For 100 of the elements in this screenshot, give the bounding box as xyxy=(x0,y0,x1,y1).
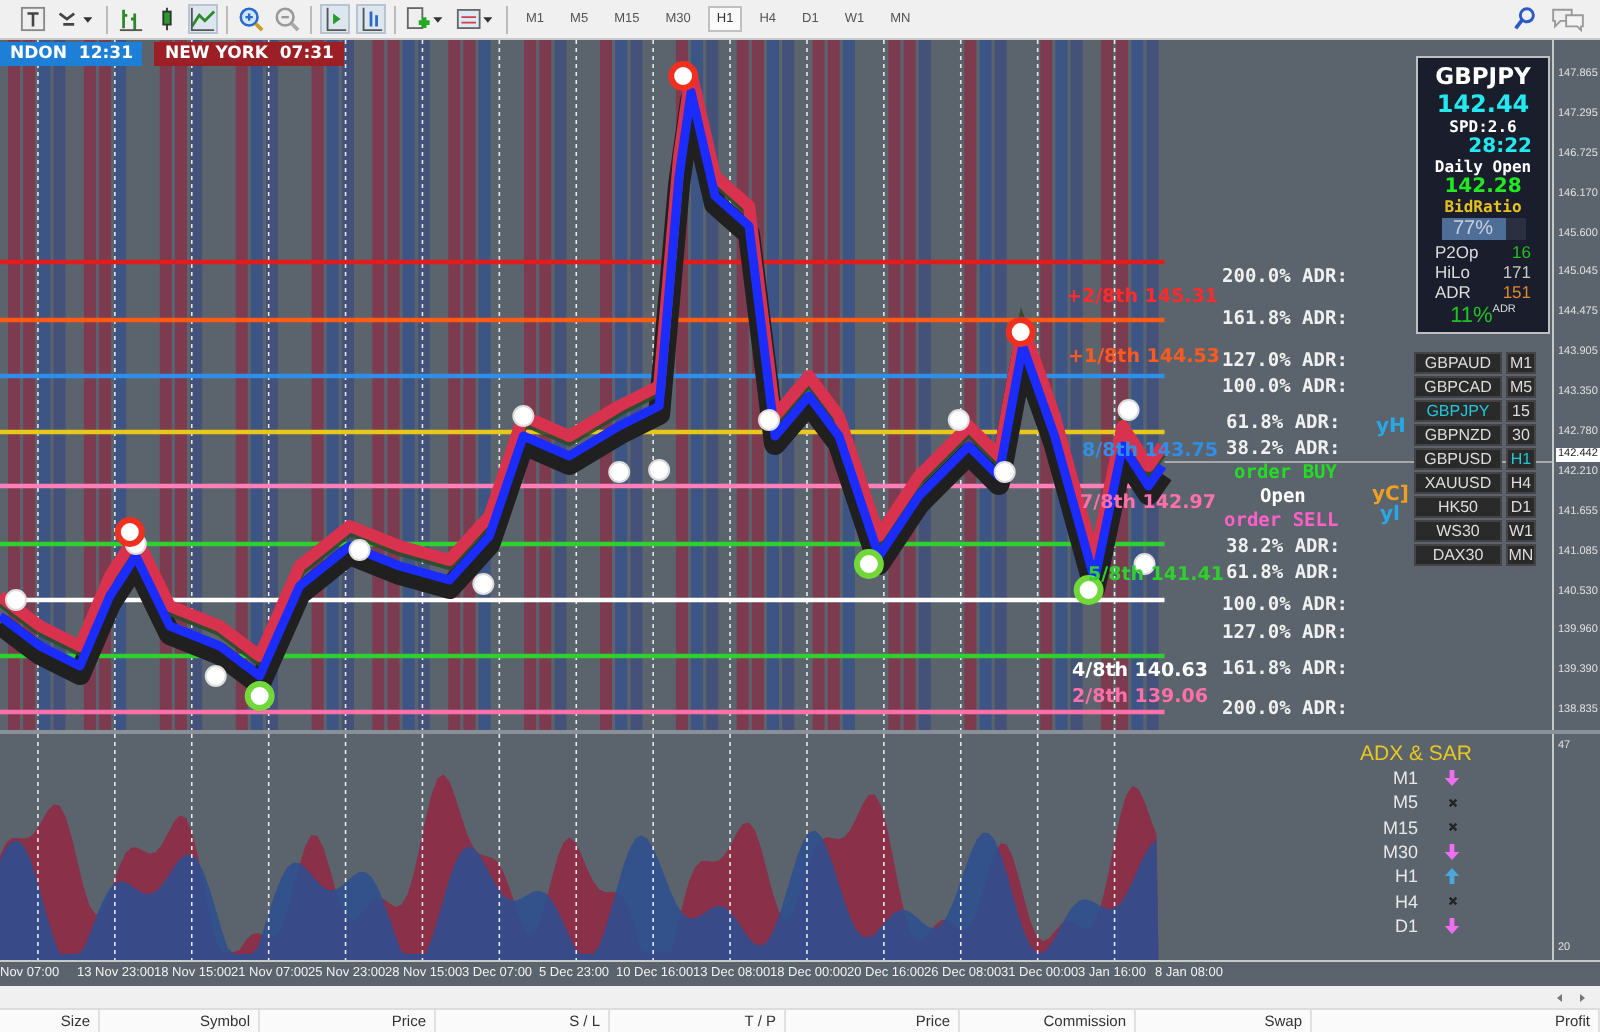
down-arrow-icon xyxy=(1444,917,1460,934)
adr-level-label: 38.2% ADR: xyxy=(1226,438,1341,460)
stat-value: 171 xyxy=(1502,262,1531,282)
timeframe-button[interactable]: M5 xyxy=(1506,376,1536,398)
adr-level-label: 61.8% ADR: xyxy=(1226,562,1341,584)
bar-chart-icon[interactable] xyxy=(118,6,144,32)
adr-level-label: 61.8% ADR: xyxy=(1226,412,1341,434)
symbol-button[interactable]: HK50 xyxy=(1414,496,1502,518)
stat-name: P2Op xyxy=(1435,242,1479,262)
candle-countdown: 28:22 xyxy=(1468,136,1532,158)
symbol-button[interactable]: WS30 xyxy=(1414,520,1502,542)
bid-ratio-label: BidRatio xyxy=(1444,198,1522,216)
cross-icon xyxy=(1447,896,1457,907)
timeframe-button[interactable]: H1 xyxy=(1506,448,1536,470)
timeframe-label: M5 xyxy=(1390,792,1418,813)
swing-low-marker xyxy=(244,681,275,711)
symbol-button[interactable]: GBPUSD xyxy=(1414,448,1502,470)
daily-open-price: 142.28 xyxy=(1444,176,1522,198)
swing-low-marker xyxy=(853,549,884,579)
spread-text: SPD:2.6 xyxy=(1449,118,1517,136)
search-icon[interactable] xyxy=(1512,6,1538,32)
timeframe-label: H4 xyxy=(1392,891,1418,912)
swing-high-marker xyxy=(668,61,699,91)
adr-level-label: 100.0% ADR: xyxy=(1222,594,1348,616)
fractal-marker xyxy=(947,409,970,431)
shapes-dropdown-icon[interactable] xyxy=(56,6,96,32)
timeframe-button[interactable]: M1 xyxy=(1506,352,1536,374)
yesterday-label: yH xyxy=(1376,416,1406,438)
text-tool-icon[interactable] xyxy=(20,6,46,32)
down-arrow-icon xyxy=(1444,844,1460,861)
adr-level-label: 127.0% ADR: xyxy=(1222,622,1348,644)
timeframe-button[interactable]: MN xyxy=(1506,544,1536,566)
fractal-marker xyxy=(5,589,27,611)
swing-high-marker xyxy=(1005,317,1036,347)
timeframe-label: M1 xyxy=(1390,768,1418,789)
timeframe-label: M15 xyxy=(1380,817,1418,838)
symbol-name: GBPJPY xyxy=(1435,62,1531,90)
session-clock: NDON 12:31 xyxy=(0,42,143,66)
session-clock: NEW YORK 07:31 xyxy=(154,42,344,66)
timeframe-label: D1 xyxy=(1392,915,1418,936)
chart-shift-icon[interactable] xyxy=(322,6,348,32)
adr-level-label: 200.0% ADR: xyxy=(1222,266,1348,288)
fractal-marker xyxy=(204,665,227,687)
adr-level-label: 127.0% ADR: xyxy=(1222,350,1348,372)
symbol-button[interactable]: GBPJPY xyxy=(1414,400,1502,422)
adr-percent: 11% xyxy=(1450,304,1493,328)
line-chart-icon[interactable] xyxy=(190,6,216,32)
stat-name: HiLo xyxy=(1435,262,1470,282)
yesterday-label: yl xyxy=(1380,504,1400,526)
fractal-marker xyxy=(472,573,495,595)
chat-icon[interactable] xyxy=(1548,6,1588,32)
indicator-title: ADX & SAR xyxy=(1359,742,1473,766)
level-label: 4/8th 140.63 xyxy=(1072,660,1208,682)
auto-scroll-icon[interactable] xyxy=(358,6,384,32)
symbol-button[interactable]: GBPAUD xyxy=(1414,352,1502,374)
stat-value: 151 xyxy=(1502,282,1531,302)
level-label: 2/8th 139.06 xyxy=(1072,686,1208,708)
stat-name: ADR xyxy=(1435,282,1471,302)
timeframe-label: H1 xyxy=(1392,866,1418,887)
templates-icon[interactable] xyxy=(456,6,496,32)
timeframe-button[interactable]: D1 xyxy=(1506,496,1536,518)
bid-price: 142.44 xyxy=(1436,90,1530,118)
symbol-button[interactable]: GBPNZD xyxy=(1414,424,1502,446)
fractal-marker xyxy=(348,539,371,561)
add-indicator-icon[interactable] xyxy=(406,6,446,32)
adr-level-label: 200.0% ADR: xyxy=(1222,698,1348,720)
symbol-button[interactable]: GBPCAD xyxy=(1414,376,1502,398)
scroll-left-icon[interactable] xyxy=(1554,991,1566,1003)
fractal-marker xyxy=(608,461,631,483)
up-arrow-icon xyxy=(1444,868,1460,885)
timeframe-label: M30 xyxy=(1380,842,1418,863)
adr-level-label: 161.8% ADR: xyxy=(1222,658,1348,680)
cross-icon xyxy=(1447,822,1457,833)
fractal-marker xyxy=(993,461,1016,483)
symbol-button[interactable]: DAX30 xyxy=(1414,544,1502,566)
level-label: +1/8th 144.53 xyxy=(1068,346,1220,368)
stat-value: 16 xyxy=(1512,242,1531,262)
order-label: order SELL xyxy=(1224,510,1339,532)
timeframe-button[interactable]: 30 xyxy=(1506,424,1536,446)
adr-level-label: 38.2% ADR: xyxy=(1226,536,1341,558)
timeframe-button[interactable]: W1 xyxy=(1506,520,1536,542)
adr-level-label: 100.0% ADR: xyxy=(1222,376,1348,398)
swing-high-marker xyxy=(114,517,145,547)
down-arrow-icon xyxy=(1444,770,1460,787)
order-label: order BUY xyxy=(1234,462,1337,484)
zoom-in-icon[interactable] xyxy=(238,6,264,32)
level-label: +2/8th 145.31 xyxy=(1066,286,1218,308)
yesterday-label: yC] xyxy=(1372,484,1409,506)
cross-icon xyxy=(1447,797,1457,808)
fractal-marker xyxy=(512,405,535,427)
adr-level-label: 161.8% ADR: xyxy=(1222,308,1348,330)
daily-open-label: Daily Open xyxy=(1434,158,1532,176)
fractal-marker xyxy=(648,459,671,481)
symbol-button[interactable]: XAUUSD xyxy=(1414,472,1502,494)
order-label: Open xyxy=(1260,486,1306,508)
fractal-marker xyxy=(1117,399,1140,421)
scroll-right-icon[interactable] xyxy=(1576,991,1588,1003)
timeframe-button[interactable]: H4 xyxy=(1506,472,1536,494)
timeframe-button[interactable]: 15 xyxy=(1506,400,1536,422)
bid-ratio-value: 77% xyxy=(1451,218,1496,240)
